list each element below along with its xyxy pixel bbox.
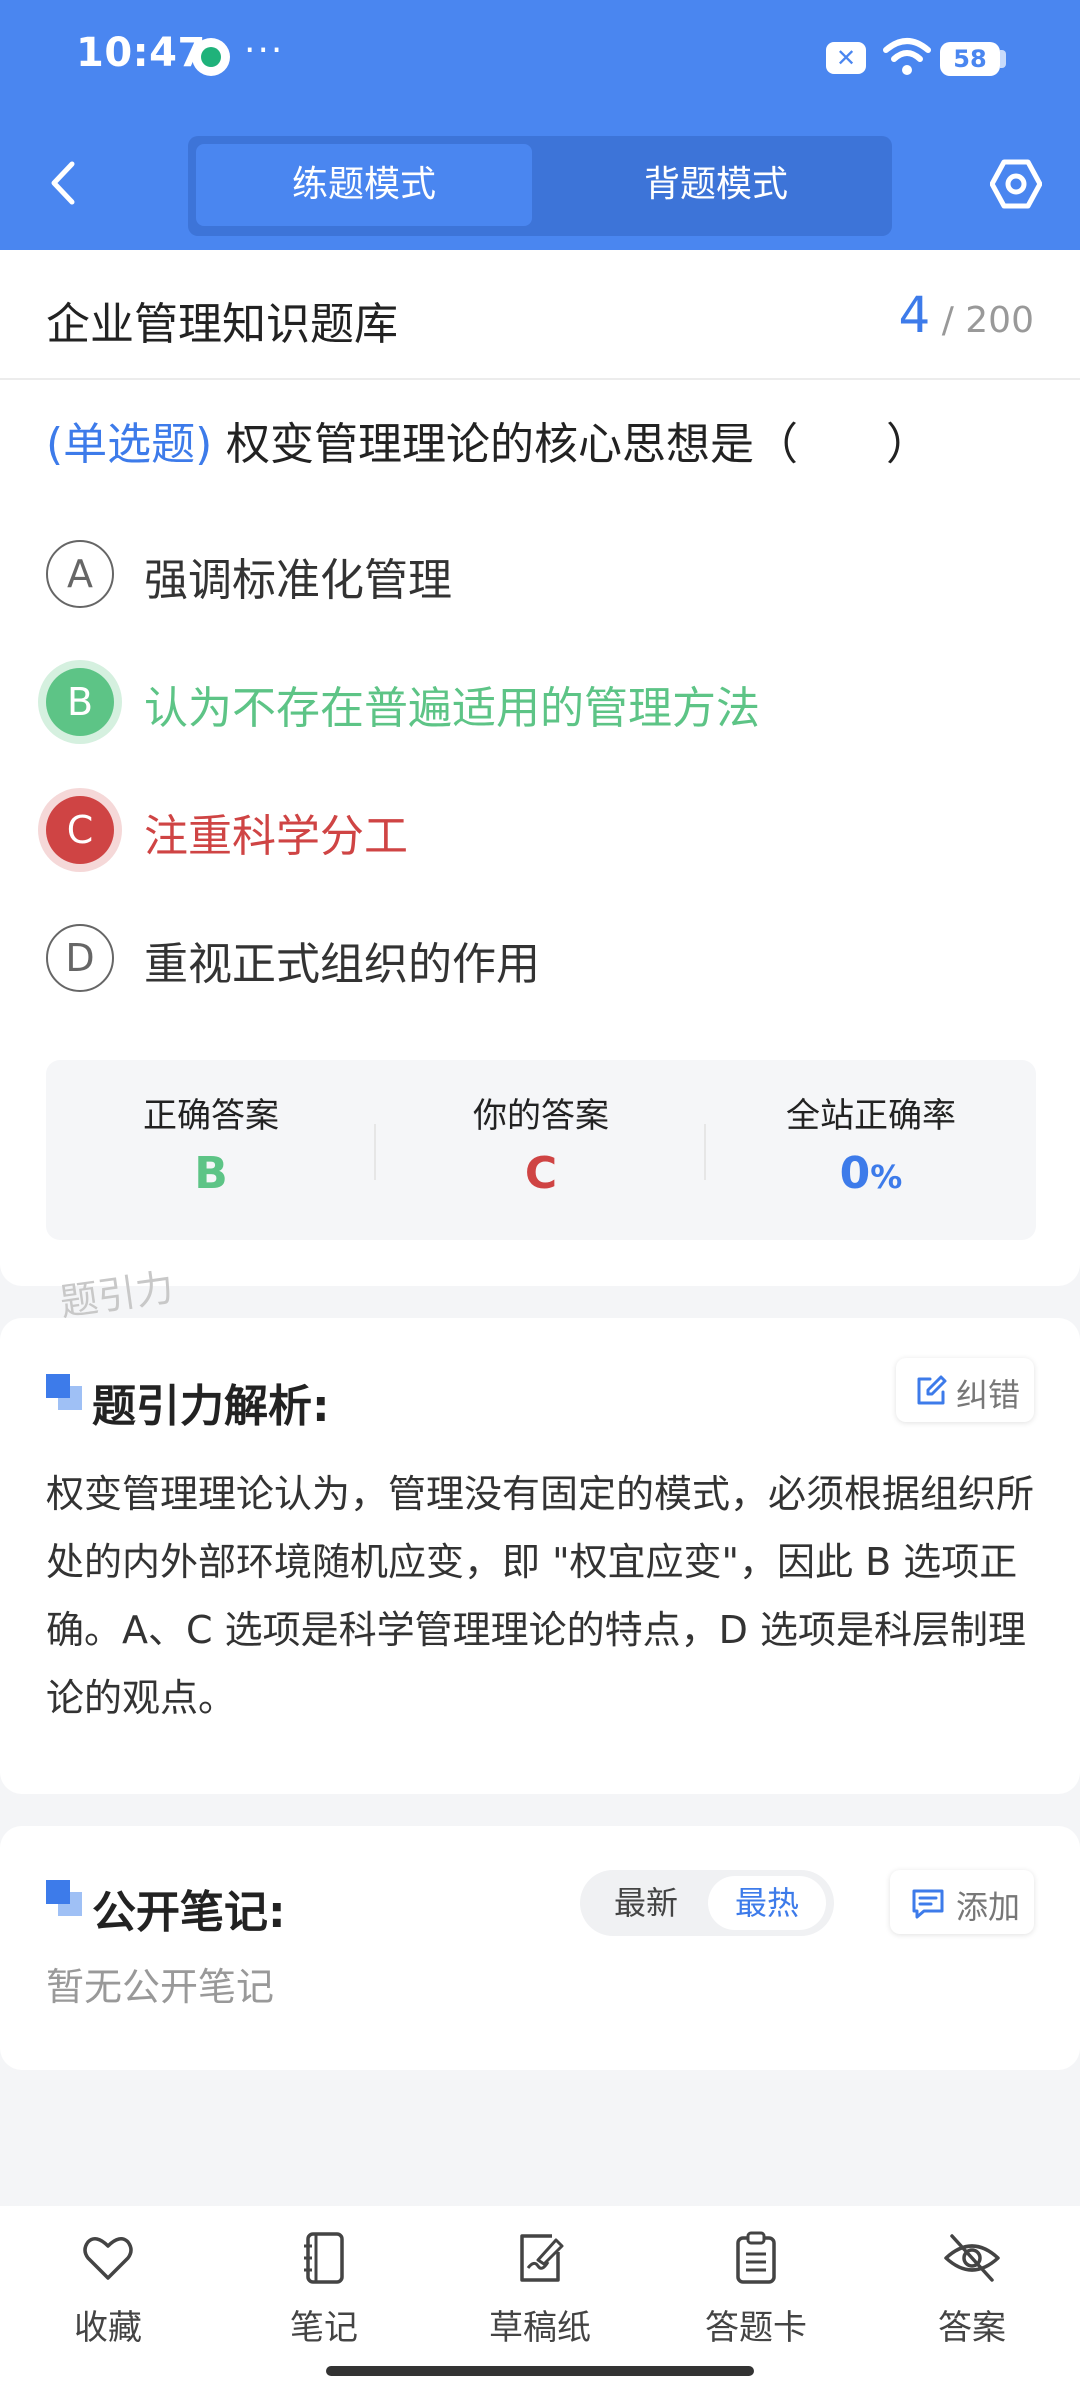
- option-letter: D: [46, 924, 114, 992]
- stat-value: 0%: [706, 1148, 1036, 1199]
- tab-memorize-mode[interactable]: 背题模式: [548, 144, 884, 226]
- progress-current: 4: [898, 286, 931, 344]
- answer-stats: 正确答案 B 你的答案 C 全站正确率 0%: [46, 1060, 1036, 1240]
- question-text: 权变管理理论的核心思想是（ ）: [226, 419, 930, 470]
- x-notification-icon: ✕: [826, 42, 866, 74]
- option-a[interactable]: A 强调标准化管理: [46, 536, 1046, 616]
- no-notes-text: 暂无公开笔记: [46, 1965, 275, 2009]
- accuracy-value: 0: [839, 1148, 871, 1199]
- analysis-card: 题引力解析: 纠错 权变管理理论认为，管理没有固定的模式，必须根据组织所处的内外…: [0, 1318, 1080, 1794]
- option-letter: B: [46, 668, 114, 736]
- stat-label: 正确答案: [143, 1096, 279, 1136]
- sort-latest-button[interactable]: 最新: [588, 1876, 704, 1930]
- nav-favorite[interactable]: 收藏: [28, 2230, 188, 2360]
- status-time: 10:47: [76, 30, 206, 76]
- nav-label: 草稿纸: [489, 2308, 591, 2348]
- nav-label: 收藏: [74, 2308, 142, 2348]
- stat-label: 全站正确率: [786, 1096, 956, 1136]
- wifi-icon: [883, 38, 931, 75]
- section-icon: [46, 1880, 82, 1916]
- nav-answer[interactable]: 答案: [892, 2230, 1052, 2360]
- edit-icon: [917, 1375, 947, 1405]
- back-arrow-icon[interactable]: [44, 158, 84, 208]
- nav-answer-sheet[interactable]: 答题卡: [676, 2230, 836, 2360]
- question-card: 企业管理知识题库 4 / 200 (单选题) 权变管理理论的核心思想是（ ） A…: [0, 250, 1080, 1286]
- stat-site-accuracy: 全站正确率 0%: [706, 1060, 1036, 1240]
- option-b[interactable]: B 认为不存在普遍适用的管理方法: [46, 664, 1046, 744]
- section-icon: [46, 1374, 82, 1410]
- option-text: 认为不存在普遍适用的管理方法: [144, 683, 760, 734]
- analysis-title: 题引力解析:: [92, 1381, 330, 1432]
- add-note-label: 添加: [956, 1888, 1021, 1926]
- option-c[interactable]: C 注重科学分工: [46, 792, 1046, 872]
- notes-card: 公开笔记: 最新 最热 添加 暂无公开笔记: [0, 1826, 1080, 2070]
- sort-hot-button[interactable]: 最热: [708, 1876, 826, 1930]
- report-error-label: 纠错: [956, 1376, 1021, 1414]
- nav-draft-paper[interactable]: 草稿纸: [460, 2230, 620, 2360]
- stat-value: B: [194, 1148, 228, 1199]
- question-progress: 4 / 200: [898, 286, 1034, 344]
- notes-sort-toggle: 最新 最热: [580, 1870, 834, 1936]
- notebook-icon: [304, 2232, 344, 2284]
- settings-icon[interactable]: [990, 158, 1042, 210]
- notes-title: 公开笔记:: [92, 1887, 286, 1938]
- question-type: (单选题): [46, 419, 213, 470]
- eye-off-icon: [944, 2234, 1000, 2282]
- report-error-button[interactable]: 纠错: [896, 1358, 1034, 1422]
- option-letter: A: [46, 540, 114, 608]
- battery-indicator: 58: [940, 42, 1000, 76]
- divider: [0, 378, 1080, 380]
- option-text: 重视正式组织的作用: [144, 939, 540, 990]
- stat-label: 你的答案: [473, 1096, 609, 1136]
- analysis-text: 权变管理理论认为，管理没有固定的模式，必须根据组织所处的内外部环境随机应变，即 …: [46, 1472, 1035, 1720]
- mode-switch: 练题模式 背题模式: [188, 136, 892, 236]
- add-note-button[interactable]: 添加: [890, 1870, 1034, 1934]
- nav-notes[interactable]: 笔记: [244, 2230, 404, 2360]
- option-text: 注重科学分工: [144, 811, 408, 862]
- battery-tip: [1000, 50, 1006, 68]
- more-notifications-icon: ···: [244, 30, 285, 71]
- stat-correct-answer: 正确答案 B: [46, 1060, 376, 1240]
- home-indicator: [326, 2366, 754, 2376]
- heart-icon: [83, 2237, 133, 2280]
- accuracy-unit: %: [870, 1158, 903, 1196]
- progress-total: / 200: [941, 300, 1034, 341]
- comment-icon: [912, 1889, 944, 1919]
- draft-paper-icon: [520, 2234, 564, 2282]
- stat-value: C: [524, 1148, 558, 1199]
- option-text: 强调标准化管理: [144, 555, 452, 606]
- clipboard-icon: [736, 2231, 776, 2284]
- nav-label: 答案: [938, 2308, 1006, 2348]
- question-bank-title: 企业管理知识题库: [46, 299, 398, 350]
- nav-label: 笔记: [290, 2308, 358, 2348]
- nav-label: 答题卡: [705, 2308, 807, 2348]
- tab-practice-mode[interactable]: 练题模式: [196, 144, 532, 226]
- app-notification-icon: [192, 38, 230, 76]
- stat-your-answer: 你的答案 C: [376, 1060, 706, 1240]
- option-letter: C: [46, 796, 114, 864]
- option-d[interactable]: D 重视正式组织的作用: [46, 920, 1046, 1000]
